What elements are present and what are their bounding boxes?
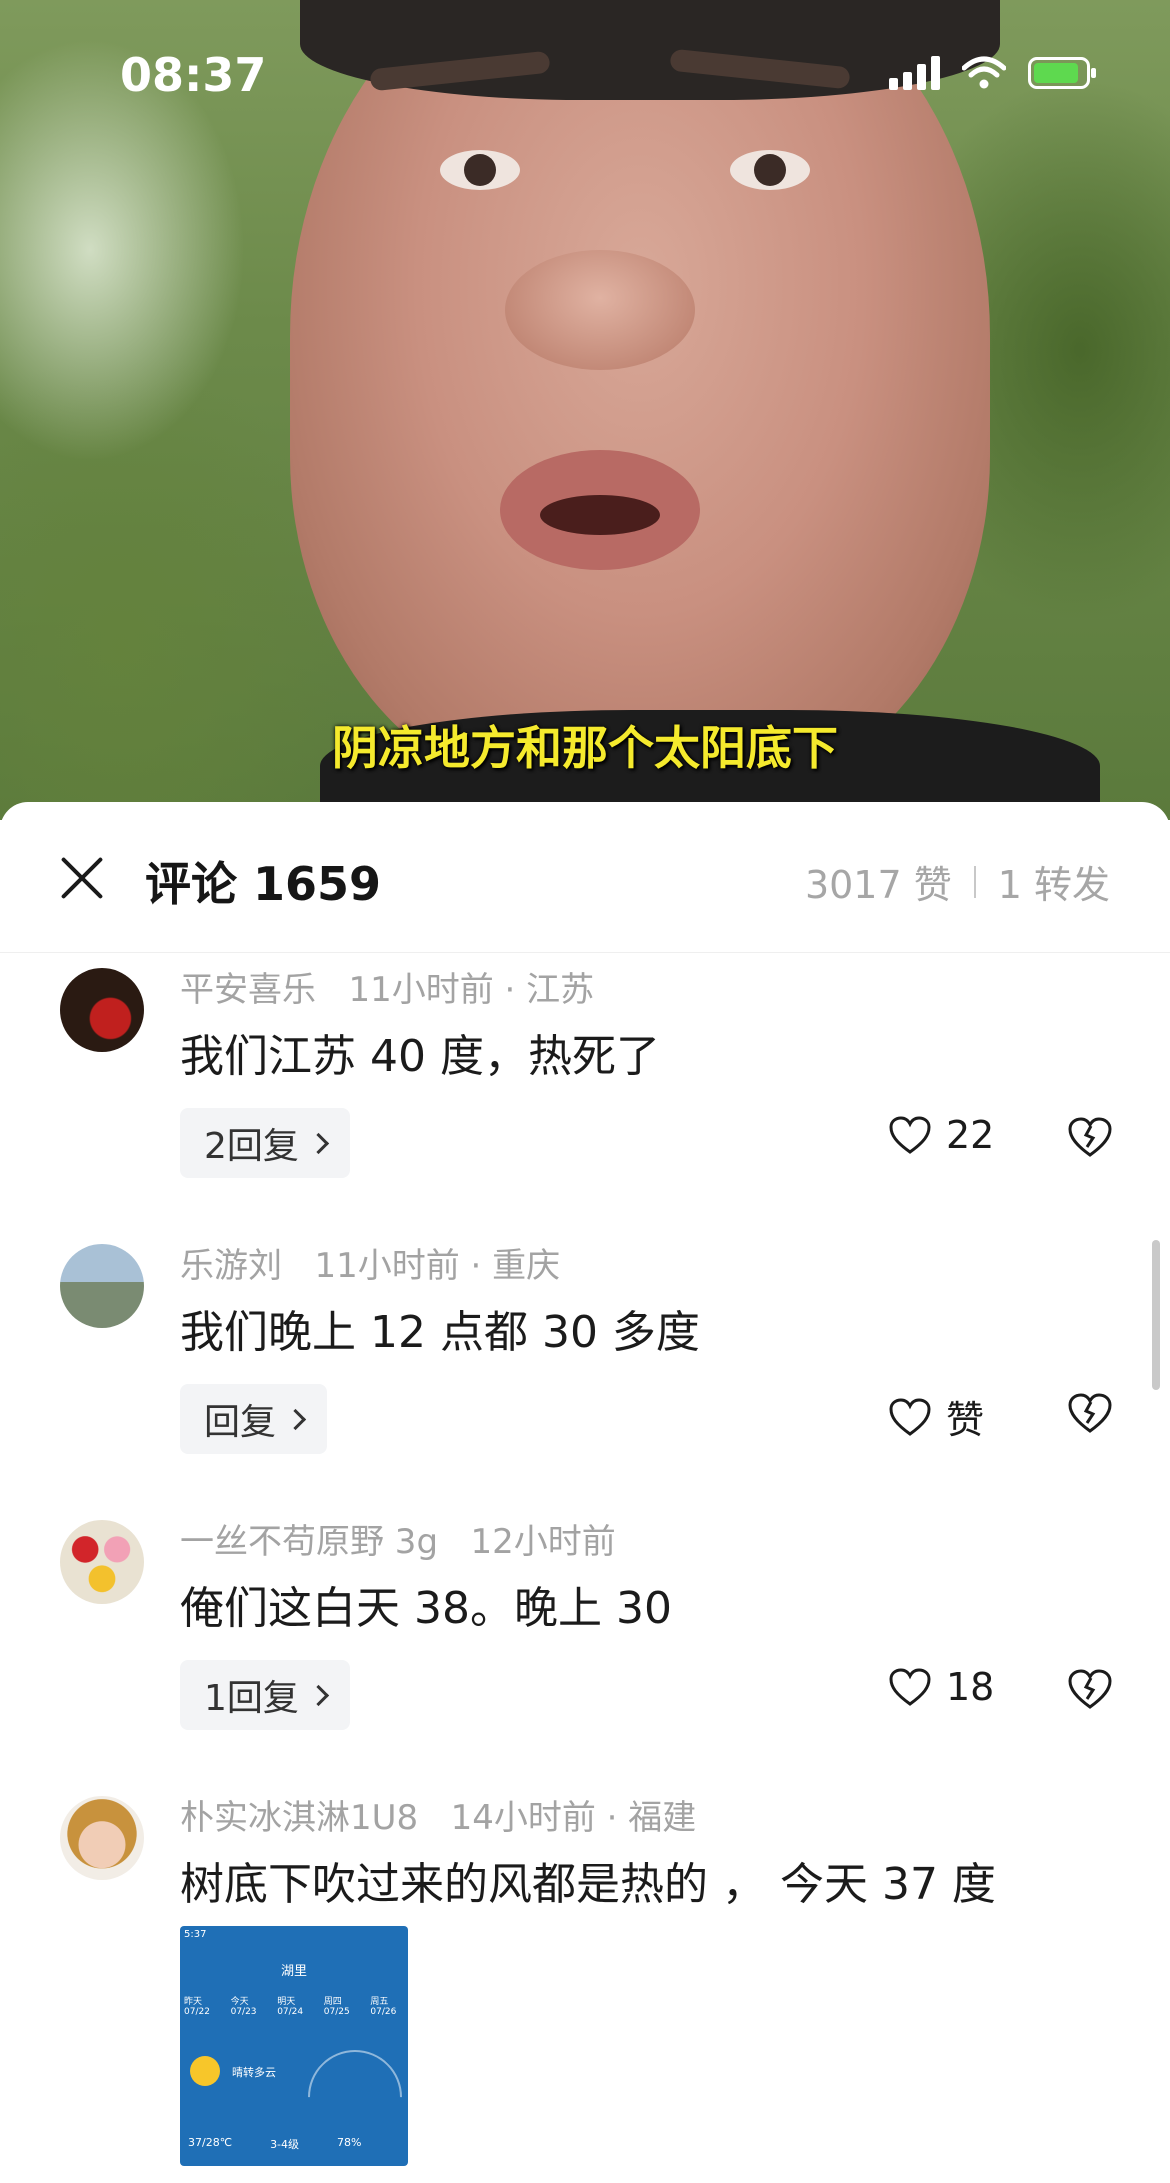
broken-heart-icon[interactable] [1067,1668,1113,1710]
like-count: 18 [946,1665,995,1709]
comment-text[interactable]: 我们江苏 40 度，热死了 [180,1020,660,1084]
attachment-day: 昨天 07/22 [184,1997,210,2017]
like-count: 22 [946,1113,995,1157]
comment-username[interactable]: 平安喜乐 [180,970,316,1010]
comment-time: 14小时前 · 福建 [450,1798,697,1838]
comment-meta: 一丝不苟原野 3g 12小时前 [180,1514,616,1563]
comment-time: 11小时前 · 江苏 [348,970,595,1010]
post-shares: 1 转发 [997,863,1110,907]
comment-text[interactable]: 树底下吹过来的风都是热的 ， 今天 37 度 [180,1848,996,1912]
video-mouth [500,450,700,570]
attachment-day: 周五 07/26 [370,1997,397,2017]
attachment-details: 37/28℃ 3-4级 78% [188,2136,361,2152]
comment-time: 11小时前 · 重庆 [314,1246,561,1286]
view-replies-button[interactable]: 1回复 [180,1660,350,1730]
attachment-status-time: 5:37 [184,1929,207,1940]
video-subtitle: 阴凉地方和那个太阳底下 [332,721,838,775]
comment-meta: 乐游刘 11小时前 · 重庆 [180,1238,560,1287]
comment-text[interactable]: 俺们这白天 38。晚上 30 [180,1572,672,1636]
attachment-humidity: 78% [337,2136,362,2149]
attachment-weather: 晴转多云 [232,2066,276,2079]
comments-title: 评论 1659 [145,857,382,911]
comment-meta: 朴实冰淇淋1U8 14小时前 · 福建 [180,1790,696,1839]
cellular-signal-icon [889,56,940,90]
post-likes: 3017 赞 [804,863,952,907]
attachment-temp: 37/28℃ [188,2136,233,2149]
sun-icon [190,2056,220,2086]
like-button[interactable]: 赞 [888,1389,984,1444]
reply-button[interactable]: 回复 [180,1384,328,1454]
comment-meta: 平安喜乐 11小时前 · 江苏 [180,962,594,1011]
video-player[interactable]: 阴凉地方和那个太阳底下 08:37 [0,0,1170,820]
attachment-location: 湖里 [280,1964,307,1979]
comment-username[interactable]: 一丝不苟原野 3g [180,1522,438,1562]
attachment-day: 明天 07/24 [277,1997,304,2017]
view-replies-button[interactable]: 2回复 [180,1108,350,1178]
comments-header: 评论 1659 3017 赞 1 转发 [0,802,1170,953]
video-nose [505,250,695,370]
stats-divider [973,865,976,898]
attachment-day: 周四 07/25 [323,1997,350,2017]
broken-heart-icon[interactable] [1067,1116,1113,1158]
comment-image-attachment[interactable]: 5:37 湖里 昨天 07/22 今天 07/23 明天 07/24 周四 07… [180,1926,408,2166]
comment-username[interactable]: 朴实冰淇淋1U8 [180,1798,418,1838]
post-stats: 3017 赞 1 转发 [805,854,1110,909]
status-time: 08:37 [120,48,267,102]
chevron-right-icon [284,1408,307,1430]
chevron-right-icon [307,1132,330,1154]
avatar[interactable] [60,1520,144,1604]
heart-icon [888,1667,932,1707]
video-person-face [290,0,990,800]
avatar[interactable] [60,968,144,1052]
close-icon[interactable] [58,854,106,902]
wifi-icon [962,56,1006,89]
avatar[interactable] [60,1796,144,1880]
comment-username[interactable]: 乐游刘 [180,1246,282,1286]
like-button[interactable]: 18 [888,1665,994,1709]
video-eye-right [730,150,810,190]
attachment-days: 昨天 07/22 今天 07/23 明天 07/24 周四 07/25 周五 0… [184,1994,408,2017]
heart-icon [888,1115,932,1155]
like-count: 赞 [946,1398,985,1442]
attachment-day: 今天 07/23 [230,1997,257,2017]
video-eye-left [440,150,520,190]
like-button[interactable]: 22 [888,1113,994,1157]
battery-icon [1028,57,1096,89]
status-icons [889,56,1096,90]
chevron-right-icon [307,1684,330,1706]
attachment-wind: 3-4级 [270,2138,300,2151]
heart-icon [888,1397,932,1437]
comment-text[interactable]: 我们晚上 12 点都 30 多度 [180,1296,700,1360]
comment-time: 12小时前 [470,1522,616,1562]
avatar[interactable] [60,1244,144,1328]
scrollbar[interactable] [1152,1240,1160,1390]
broken-heart-icon[interactable] [1067,1392,1113,1434]
